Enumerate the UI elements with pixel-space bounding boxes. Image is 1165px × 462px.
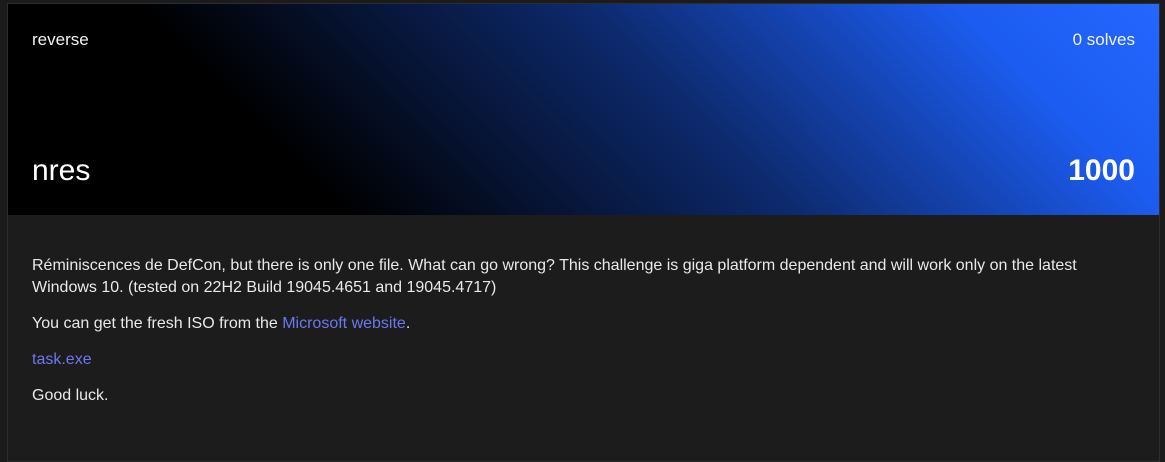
closing-text: Good luck. [32,387,109,404]
challenge-category: reverse [32,30,89,49]
challenge-card: reverse 0 solves nres 1000 Réminiscences… [7,3,1160,462]
challenge-header: reverse 0 solves nres 1000 [8,4,1159,215]
solve-count: 0 solves [1072,30,1135,49]
challenge-title: nres [32,154,91,187]
microsoft-website-link[interactable]: Microsoft website [282,315,406,332]
file-paragraph: task.exe [32,349,1135,371]
description-paragraph: Réminiscences de DefCon, but there is on… [32,257,1077,296]
challenge-points: 1000 [1068,154,1135,187]
iso-text-prefix: You can get the fresh ISO from the [32,315,283,332]
iso-text-suffix: . [405,315,411,332]
iso-paragraph: You can get the fresh ISO from the Micro… [32,313,1135,335]
challenge-description: Réminiscences de DefCon, but there is on… [8,215,1159,407]
task-file-link[interactable]: task.exe [32,351,92,368]
